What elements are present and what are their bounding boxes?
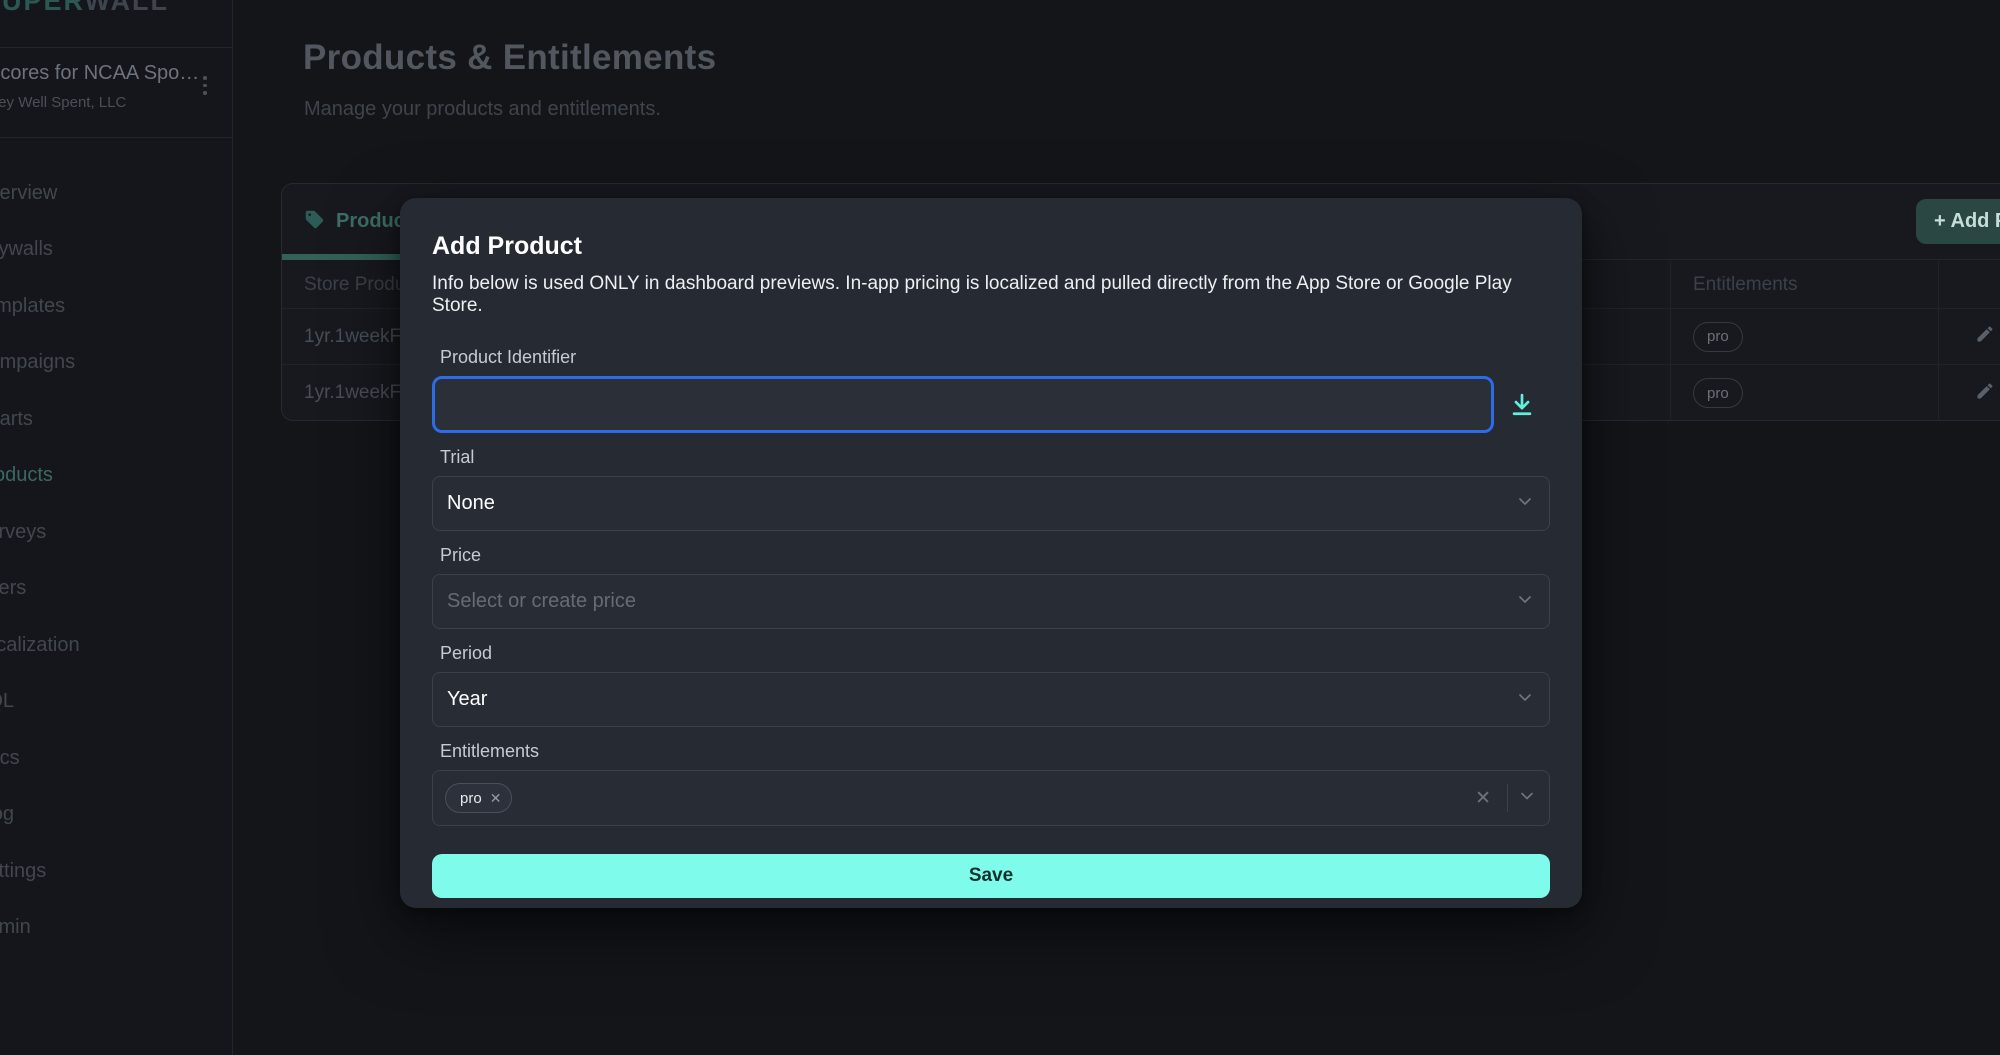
entitlement-badge: pro xyxy=(1693,378,1743,408)
modal-title: Add Product xyxy=(432,232,1550,261)
price-label: Price xyxy=(440,545,1550,566)
workspace-menu-icon[interactable] xyxy=(203,76,207,95)
period-select[interactable]: Year xyxy=(432,672,1550,727)
chevron-down-icon xyxy=(1515,491,1535,516)
page-subtitle: Manage your products and entitlements. xyxy=(304,98,661,121)
sidebar-item-overview[interactable]: Overview xyxy=(0,165,80,222)
download-icon[interactable] xyxy=(1494,391,1550,419)
trial-group: Trial None xyxy=(432,447,1550,531)
entitlements-multiselect[interactable]: pro ✕ ✕ xyxy=(432,770,1550,826)
edit-product-icon[interactable] xyxy=(1975,381,1995,406)
trial-select-value: None xyxy=(447,492,495,515)
add-product-modal: Add Product Info below is used ONLY in d… xyxy=(400,198,1582,908)
logo-rest-text: WALL xyxy=(85,0,169,16)
product-identifier-group: Product Identifier xyxy=(432,347,1550,433)
period-select-value: Year xyxy=(447,688,487,711)
sidebar-divider xyxy=(0,47,232,48)
sidebar-item-localization[interactable]: Localization xyxy=(0,617,80,674)
entitlement-chip-label: pro xyxy=(460,790,482,807)
sidebar-item-paywalls[interactable]: Paywalls xyxy=(0,222,80,279)
sidebar-item-docs[interactable]: Docs xyxy=(0,730,80,787)
product-identifier-input[interactable] xyxy=(432,376,1494,433)
workspace-name[interactable]: Scores for NCAA Spo… xyxy=(0,62,199,85)
clear-all-icon[interactable]: ✕ xyxy=(1469,787,1497,810)
price-select[interactable]: Select or create price xyxy=(432,574,1550,629)
sidebar-item-products[interactable]: Products xyxy=(0,448,80,505)
entitlement-badge: pro xyxy=(1693,322,1743,352)
chevron-down-icon xyxy=(1515,589,1535,614)
remove-chip-icon[interactable]: ✕ xyxy=(490,790,502,807)
add-product-button[interactable]: + Add Product xyxy=(1916,199,2000,244)
save-button[interactable]: Save xyxy=(432,854,1550,898)
chevron-down-icon[interactable] xyxy=(1517,786,1537,811)
sidebar-item-sql[interactable]: SQL xyxy=(0,674,80,731)
superwall-logo: SUPERWALL xyxy=(0,0,169,17)
divider xyxy=(1507,784,1508,812)
sidebar-item-campaigns[interactable]: Campaigns xyxy=(0,335,80,392)
sidebar-item-templates[interactable]: Templates xyxy=(0,278,80,335)
entitlements-label: Entitlements xyxy=(440,741,1550,762)
chevron-down-icon xyxy=(1515,687,1535,712)
edit-product-icon[interactable] xyxy=(1975,324,1995,349)
sidebar-item-users[interactable]: Users xyxy=(0,561,80,618)
sidebar-divider xyxy=(0,137,232,138)
product-identifier-label: Product Identifier xyxy=(440,347,1550,368)
page-title: Products & Entitlements xyxy=(303,38,716,78)
workspace-company: Money Well Spent, LLC xyxy=(0,94,126,111)
entitlements-group: Entitlements pro ✕ ✕ xyxy=(432,741,1550,826)
price-select-placeholder: Select or create price xyxy=(447,590,636,613)
sidebar-nav: Overview Paywalls Templates Campaigns Ch… xyxy=(0,165,80,956)
period-label: Period xyxy=(440,643,1550,664)
sidebar: SUPERWALL Scores for NCAA Spo… Money Wel… xyxy=(0,0,233,1055)
sidebar-item-surveys[interactable]: Surveys xyxy=(0,504,80,561)
sidebar-item-charts[interactable]: Charts xyxy=(0,391,80,448)
tag-icon xyxy=(304,209,325,235)
trial-select[interactable]: None xyxy=(432,476,1550,531)
price-group: Price Select or create price xyxy=(432,545,1550,629)
sidebar-item-blog[interactable]: Blog xyxy=(0,787,80,844)
column-header-actions xyxy=(1938,261,2000,308)
modal-description: Info below is used ONLY in dashboard pre… xyxy=(432,273,1550,317)
column-header-entitlements: Entitlements xyxy=(1670,261,1938,308)
sidebar-item-settings[interactable]: Settings xyxy=(0,843,80,900)
logo-accent-text: SUPER xyxy=(0,0,85,16)
period-group: Period Year xyxy=(432,643,1550,727)
sidebar-item-admin[interactable]: Admin xyxy=(0,900,80,957)
trial-label: Trial xyxy=(440,447,1550,468)
entitlement-chip: pro ✕ xyxy=(445,783,512,813)
